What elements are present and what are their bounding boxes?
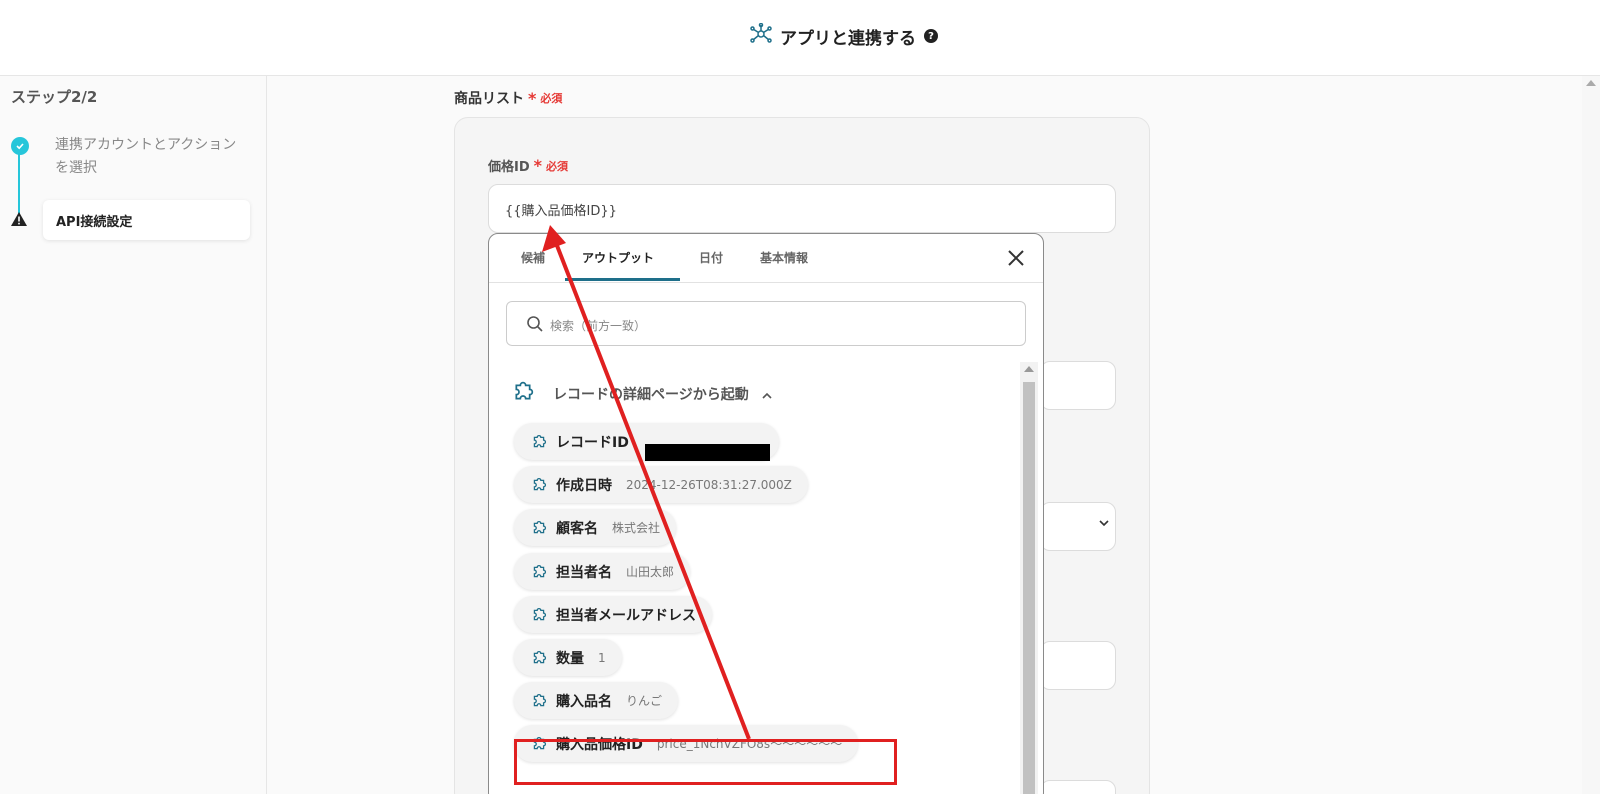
item-label: 作成日時 bbox=[556, 477, 612, 494]
puzzle-icon bbox=[528, 561, 550, 583]
chevron-up-icon[interactable] bbox=[761, 385, 773, 404]
tab-basic-info[interactable]: 基本情報 bbox=[760, 249, 808, 266]
field-label-price-id: 価格ID * 必須 bbox=[488, 156, 568, 175]
background-field[interactable] bbox=[1040, 780, 1116, 794]
item-label: レコードID bbox=[556, 434, 629, 451]
integration-icon bbox=[750, 22, 772, 49]
puzzle-icon bbox=[528, 474, 550, 496]
puzzle-icon bbox=[528, 517, 550, 539]
header-title-group: アプリと連携する ? bbox=[750, 22, 938, 50]
item-label: 担当者メールアドレス bbox=[556, 607, 696, 624]
item-label: 数量 bbox=[556, 650, 584, 667]
item-label: 担当者名 bbox=[556, 564, 612, 581]
search-icon bbox=[526, 315, 544, 337]
chevron-down-icon bbox=[1098, 516, 1110, 530]
background-field[interactable] bbox=[1040, 641, 1116, 690]
warning-icon bbox=[10, 211, 28, 231]
item-value: 2024-12-26T08:31:27.000Z bbox=[626, 477, 792, 492]
field-title: 価格ID bbox=[488, 160, 530, 175]
page-header: アプリと連携する ? bbox=[0, 0, 1600, 76]
item-value: 山田太郎 bbox=[626, 565, 675, 579]
close-icon[interactable] bbox=[1006, 248, 1026, 268]
required-asterisk-icon: * bbox=[533, 156, 543, 175]
puzzle-icon bbox=[528, 647, 550, 669]
popup-tabs: 候補 アウトプット 日付 基本情報 bbox=[489, 234, 1043, 283]
tab-candidates[interactable]: 候補 bbox=[521, 249, 545, 266]
output-item-product-name[interactable]: 購入品名 りんご bbox=[514, 682, 679, 719]
background-field[interactable] bbox=[1040, 361, 1116, 410]
section-label-product-list: 商品リスト * 必須 bbox=[454, 88, 562, 108]
check-circle-icon bbox=[11, 137, 29, 155]
group-title: レコードの詳細ページから起動 bbox=[553, 387, 749, 403]
step-2-item[interactable]: API接続設定 bbox=[43, 200, 250, 240]
required-text: 必須 bbox=[546, 159, 569, 173]
required-asterisk-icon: * bbox=[528, 88, 537, 108]
step-connector-line bbox=[18, 146, 20, 221]
scroll-thumb[interactable] bbox=[1023, 382, 1035, 794]
tab-date[interactable]: 日付 bbox=[699, 249, 723, 266]
step-sidebar: ステップ2/2 連携アカウントとアクションを選択 API接続設定 bbox=[0, 76, 267, 794]
step-1-label[interactable]: 連携アカウントとアクションを選択 bbox=[55, 134, 245, 180]
output-item-customer-name[interactable]: 顧客名 株式会社 bbox=[514, 509, 677, 546]
page-scrollbar[interactable] bbox=[1582, 76, 1600, 794]
item-value: 1 bbox=[598, 650, 606, 665]
puzzle-icon bbox=[528, 604, 550, 626]
popup-scrollbar[interactable] bbox=[1020, 362, 1038, 794]
item-label: 購入品名 bbox=[556, 693, 612, 710]
variable-picker-popup: 候補 アウトプット 日付 基本情報 検索（前方一致） レコードの詳細ページから起… bbox=[488, 233, 1044, 794]
group-header[interactable]: レコードの詳細ページから起動 bbox=[507, 376, 773, 412]
active-tab-indicator bbox=[565, 278, 680, 281]
section-title: 商品リスト bbox=[454, 91, 524, 107]
step-counter: ステップ2/2 bbox=[11, 88, 98, 106]
output-item-created-at[interactable]: 作成日時 2024-12-26T08:31:27.000Z bbox=[514, 466, 808, 503]
item-label: 顧客名 bbox=[556, 520, 598, 537]
search-placeholder: 検索（前方一致） bbox=[550, 319, 647, 333]
output-item-quantity[interactable]: 数量 1 bbox=[514, 639, 622, 676]
scroll-up-arrow-icon[interactable] bbox=[1586, 80, 1596, 86]
required-text: 必須 bbox=[540, 92, 563, 105]
puzzle-icon bbox=[507, 376, 539, 412]
annotation-highlight-box bbox=[514, 739, 897, 785]
scroll-up-arrow-icon[interactable] bbox=[1024, 366, 1034, 372]
help-icon[interactable]: ? bbox=[924, 29, 938, 43]
price-id-input[interactable]: {{購入品価格ID}} bbox=[488, 184, 1116, 233]
step-2-label: API接続設定 bbox=[56, 215, 133, 230]
search-input[interactable]: 検索（前方一致） bbox=[506, 301, 1026, 346]
puzzle-icon bbox=[528, 690, 550, 712]
page-title: アプリと連携する bbox=[780, 28, 916, 49]
output-item-assignee-name[interactable]: 担当者名 山田太郎 bbox=[514, 553, 691, 590]
item-value: りんご bbox=[626, 694, 663, 708]
puzzle-icon bbox=[528, 431, 550, 453]
item-value: 株式会社 bbox=[612, 521, 661, 535]
tab-output[interactable]: アウトプット bbox=[582, 249, 654, 266]
output-item-assignee-email[interactable]: 担当者メールアドレス bbox=[514, 596, 712, 633]
redaction-bar bbox=[645, 444, 770, 461]
